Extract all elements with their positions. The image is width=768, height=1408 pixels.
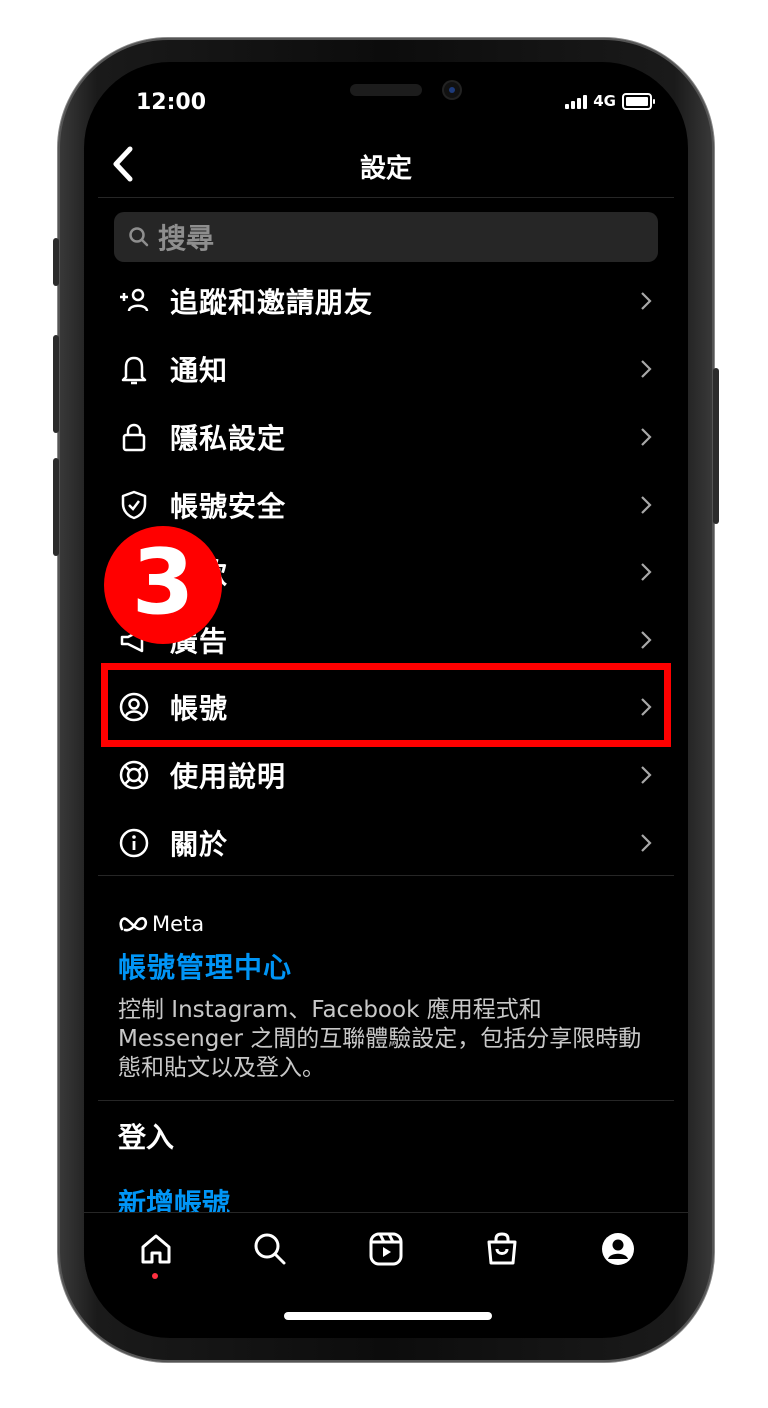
menu-item-help[interactable]: 使用說明 — [84, 741, 688, 809]
volume-up-button — [53, 335, 59, 433]
search-icon — [129, 227, 149, 247]
status-indicators: 4G — [565, 92, 655, 110]
search-icon[interactable] — [252, 1231, 288, 1267]
page-title: 設定 — [359, 154, 412, 184]
chevron-right-icon — [641, 496, 652, 514]
menu-item-label: 使用說明 — [170, 760, 287, 793]
front-camera — [444, 82, 460, 98]
menu-item-notifications[interactable]: 通知 — [84, 335, 688, 403]
section-divider — [98, 1100, 674, 1101]
accounts-center-link[interactable]: 帳號管理中心 — [118, 946, 292, 986]
chevron-right-icon — [641, 631, 652, 649]
section-divider — [98, 875, 674, 876]
bottom-tab-bar — [84, 1212, 688, 1283]
chevron-right-icon — [641, 360, 652, 378]
home-icon[interactable] — [138, 1231, 174, 1267]
reels-icon[interactable] — [368, 1231, 404, 1267]
bell-icon — [121, 356, 147, 385]
info-icon — [119, 828, 149, 858]
home-active-dot — [152, 1273, 158, 1279]
accounts-center-description: 控制 Instagram、Facebook 應用程式和 Messenger 之間… — [118, 997, 642, 1081]
earpiece-speaker — [350, 84, 422, 96]
chevron-right-icon — [641, 428, 652, 446]
meta-wordmark: Meta — [152, 912, 205, 936]
network-type: 4G — [593, 92, 616, 110]
chevron-right-icon — [641, 766, 652, 784]
power-button — [713, 368, 719, 524]
add-person-icon — [120, 288, 149, 312]
battery-icon — [622, 92, 655, 110]
search-placeholder: 搜尋 — [158, 222, 215, 255]
meta-logo: Meta — [118, 912, 204, 936]
lock-icon — [122, 423, 146, 452]
mute-switch — [53, 238, 59, 286]
menu-item-about[interactable]: 關於 — [84, 809, 688, 877]
volume-down-button — [53, 458, 59, 556]
meta-infinity-icon — [119, 917, 148, 932]
shop-icon[interactable] — [484, 1231, 520, 1267]
shield-check-icon — [121, 490, 147, 520]
home-indicator — [284, 1312, 492, 1320]
menu-item-label: 追蹤和邀請朋友 — [170, 286, 374, 319]
lifebuoy-icon — [119, 760, 149, 790]
menu-item-label: 帳號安全 — [170, 490, 287, 523]
menu-item-label: 關於 — [170, 828, 229, 861]
header-divider — [98, 197, 674, 198]
menu-item-label: 通知 — [170, 354, 229, 387]
step-badge: 3 — [104, 526, 222, 644]
login-heading: 登入 — [118, 1121, 175, 1154]
status-time: 12:00 — [136, 90, 207, 115]
chevron-right-icon — [641, 563, 652, 581]
step-number: 3 — [131, 530, 195, 635]
signal-icon — [565, 93, 588, 109]
menu-item-privacy[interactable]: 隱私設定 — [84, 403, 688, 471]
search-input[interactable]: 搜尋 — [114, 212, 658, 262]
chevron-right-icon — [641, 292, 652, 310]
menu-item-label: 隱私設定 — [170, 422, 287, 455]
profile-icon[interactable] — [600, 1231, 636, 1267]
highlight-box — [101, 663, 671, 747]
menu-item-follow-invite[interactable]: 追蹤和邀請朋友 — [84, 267, 688, 335]
chevron-right-icon — [641, 834, 652, 852]
